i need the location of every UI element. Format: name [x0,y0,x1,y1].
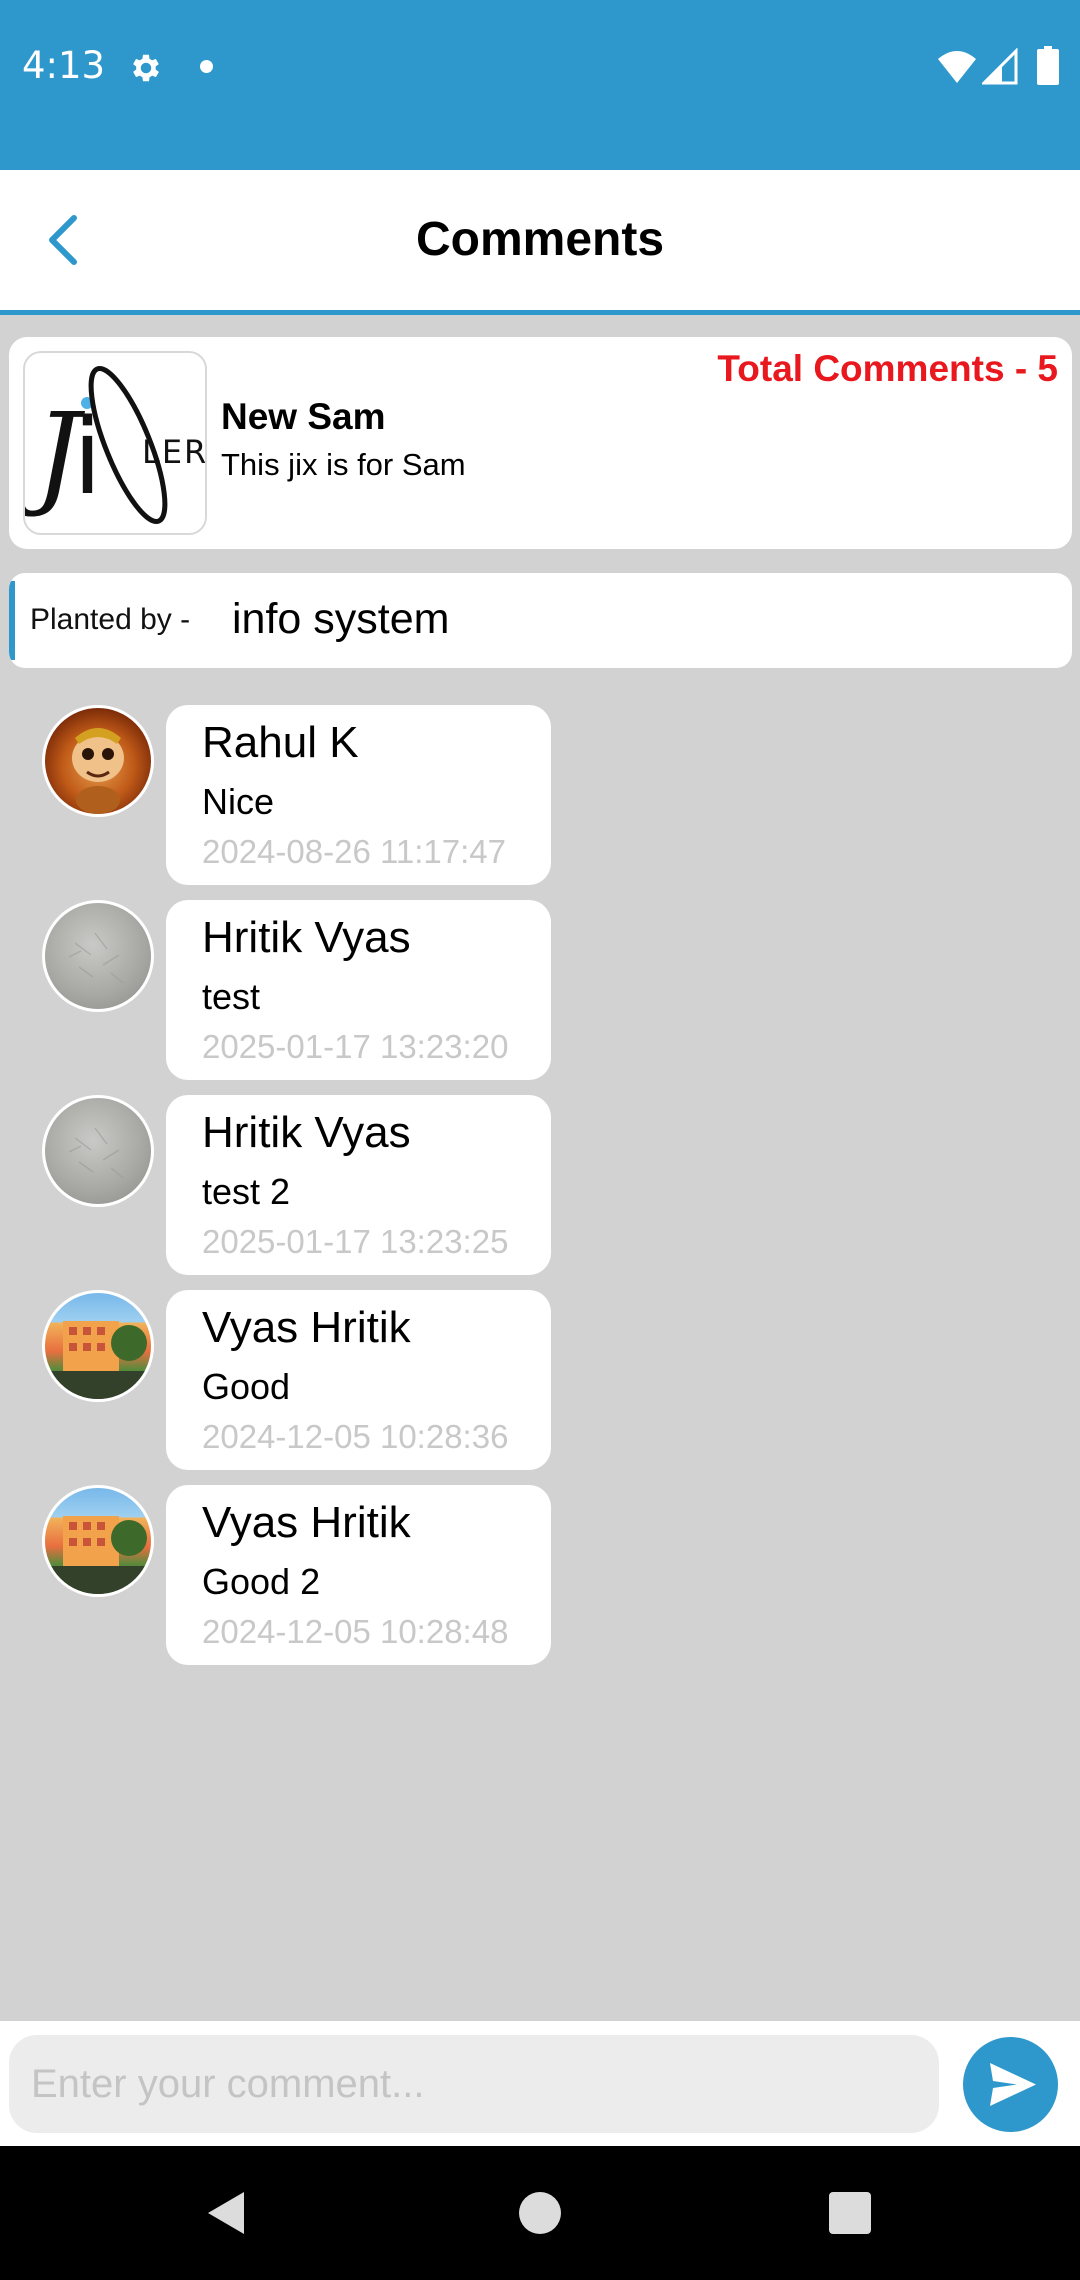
comment-author: Rahul K [202,718,359,767]
comment-timestamp: 2024-12-05 10:28:48 [202,1613,509,1650]
svg-text:i: i [73,396,102,518]
jixler-logo: J i LER [23,351,207,535]
comment-author: Vyas Hritik [202,1303,411,1352]
comment-timestamp: 2024-12-05 10:28:36 [202,1418,509,1455]
post-description: This jix is for Sam [221,447,466,482]
planted-by-name: info system [232,595,450,643]
page-title: Comments [415,213,665,266]
avatar[interactable] [42,1290,154,1402]
cell-signal-icon [982,48,1018,85]
svg-text:LER: LER [142,433,205,471]
comment-list: Rahul K Nice 2024-08-26 11:17:47 Hritik … [0,705,1080,1680]
avatar[interactable] [42,1485,154,1597]
notification-dot-icon [200,60,213,73]
post-title: New Sam [221,396,386,437]
jixler-logo-art: J i LER [25,366,205,524]
send-icon [990,2063,1036,2106]
post-card: J i LER New Sam This jix is for Sam Tota… [9,337,1072,549]
comment-text: Good 2 [202,1561,321,1602]
planted-by-label: Planted by - [30,603,191,636]
building-avatar-icon [45,1516,151,1594]
status-bar: 4:13 [0,0,1080,170]
comment-item: Rahul K Nice 2024-08-26 11:17:47 [0,705,1080,900]
monkey-avatar-icon [72,728,124,814]
comment-item: Vyas Hritik Good 2024-12-05 10:28:36 [0,1290,1080,1485]
avatar[interactable] [42,900,154,1012]
building-avatar-icon [45,1321,151,1399]
nav-recents-icon[interactable] [829,2192,871,2234]
comment-bubble: Vyas Hritik Good 2024-12-05 10:28:36 [166,1290,551,1470]
planted-by-card: Planted by - info system [9,573,1072,668]
default-avatar-icon [68,932,124,984]
comment-input[interactable] [9,2035,939,2133]
gear-icon [133,54,159,82]
comment-text: test [202,976,261,1017]
comment-author: Vyas Hritik [202,1498,411,1547]
comment-bubble: Vyas Hritik Good 2 2024-12-05 10:28:48 [166,1485,551,1665]
comment-text: test 2 [202,1171,291,1212]
comment-timestamp: 2024-08-26 11:17:47 [202,833,506,870]
avatar[interactable] [42,705,154,817]
comment-bubble: Rahul K Nice 2024-08-26 11:17:47 [166,705,551,885]
comment-text: Good [202,1366,291,1407]
nav-home-icon[interactable] [519,2192,561,2234]
accent-bar [9,581,15,660]
status-time: 4:13 [22,44,106,87]
comment-author: Hritik Vyas [202,913,411,962]
nav-back-icon[interactable] [204,2190,248,2236]
comment-bubble: Hritik Vyas test 2 2025-01-17 13:23:25 [166,1095,551,1275]
comment-text: Nice [202,781,275,822]
app-header: Comments [0,170,1080,315]
comment-bubble: Hritik Vyas test 2025-01-17 13:23:20 [166,900,551,1080]
comment-input-bar [0,2021,1080,2146]
total-comments-count: Total Comments - 5 [717,348,1058,389]
comment-item: Hritik Vyas test 2025-01-17 13:23:20 [0,900,1080,1095]
send-button[interactable] [963,2037,1058,2132]
comment-timestamp: 2025-01-17 13:23:20 [202,1028,509,1065]
comment-item: Hritik Vyas test 2 2025-01-17 13:23:25 [0,1095,1080,1290]
comment-timestamp: 2025-01-17 13:23:25 [202,1223,509,1260]
default-avatar-icon [68,1127,124,1179]
avatar[interactable] [42,1095,154,1207]
system-nav-bar [0,2146,1080,2280]
comment-item: Vyas Hritik Good 2 2024-12-05 10:28:48 [0,1485,1080,1680]
wifi-icon [938,51,976,83]
battery-icon [1037,46,1059,85]
comment-author: Hritik Vyas [202,1108,411,1157]
